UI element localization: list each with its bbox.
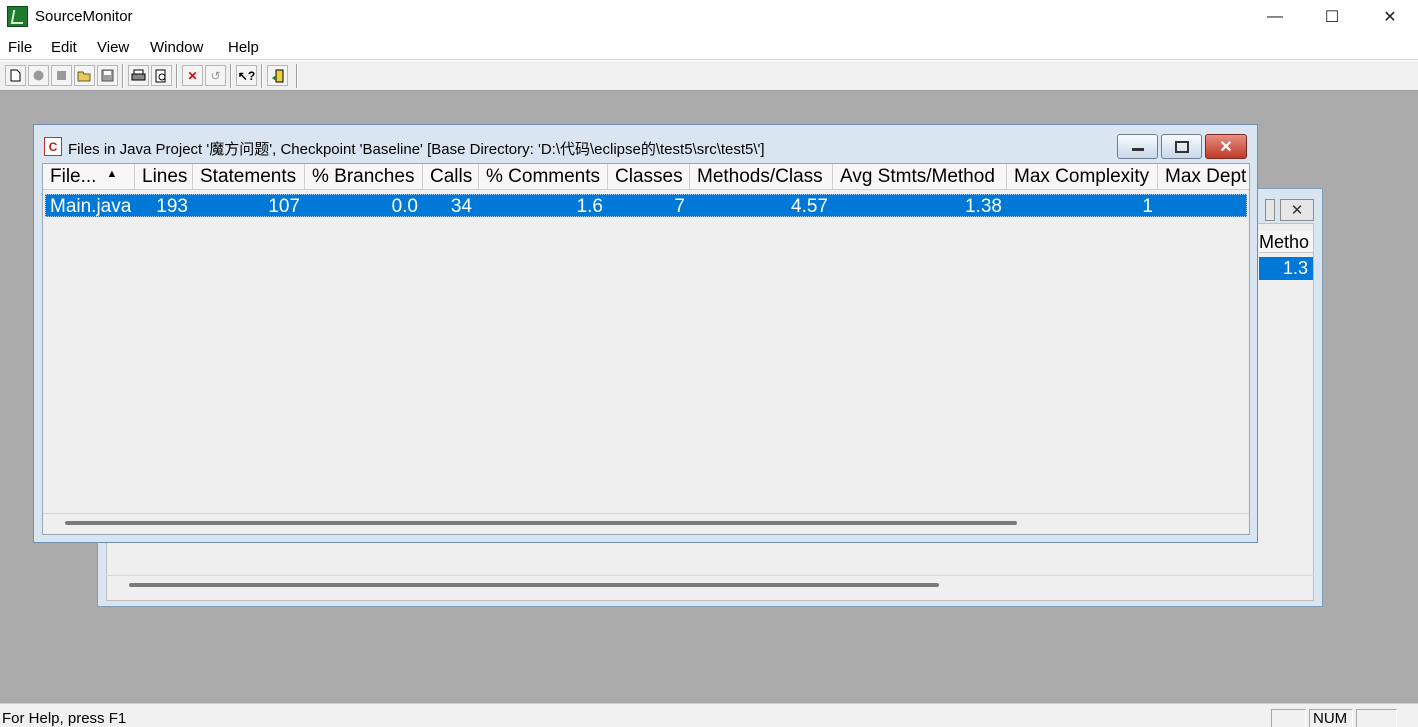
horizontal-scrollbar[interactable] (65, 521, 1017, 525)
tool-gray-icon[interactable] (28, 65, 49, 86)
open-folder-icon[interactable] (74, 65, 95, 86)
files-list-view: File... ▲ Lines Statements % Branches Cal… (42, 163, 1250, 535)
exit-icon[interactable] (267, 65, 288, 86)
back-horizontal-scrollbar[interactable] (129, 583, 939, 587)
maximize-button[interactable]: ☐ (1303, 0, 1361, 34)
cell-max-depth (1161, 195, 1246, 196)
back-column-header[interactable]: Metho (1259, 231, 1313, 253)
print-icon[interactable] (128, 65, 149, 86)
help-pointer-icon[interactable]: ↖? (236, 65, 257, 86)
status-panel-num: NUM (1309, 709, 1353, 727)
save-icon[interactable] (97, 65, 118, 86)
cell-classes: 7 (674, 196, 685, 217)
app-icon (7, 6, 28, 27)
back-window-close-button[interactable]: ✕ (1280, 199, 1314, 221)
cell-file: Main.java (50, 196, 132, 217)
column-header-classes[interactable]: Classes (608, 164, 690, 190)
cell-statements: 107 (268, 196, 300, 217)
files-window-restore-button[interactable] (1161, 134, 1202, 159)
column-header-calls[interactable]: Calls (423, 164, 479, 190)
menu-window[interactable]: Window (150, 39, 203, 56)
column-header-label: File... (50, 166, 97, 187)
cell-methods-per-class: 4.57 (791, 196, 828, 217)
list-divider (43, 513, 1249, 514)
status-text: For Help, press F1 (2, 710, 127, 727)
document-icon: C (44, 137, 62, 156)
column-header-methods-per-class[interactable]: Methods/Class (690, 164, 833, 190)
column-header-statements[interactable]: Statements (193, 164, 305, 190)
tool-gray-2-icon[interactable] (51, 65, 72, 86)
column-header-max-depth[interactable]: Max Dept (1158, 164, 1249, 190)
title-bar: SourceMonitor — ☐ ✕ (0, 0, 1418, 34)
back-divider (106, 575, 1314, 576)
status-panel-caps (1271, 709, 1306, 727)
undo-icon[interactable]: ↺ (205, 65, 226, 86)
cell-comments: 1.6 (576, 196, 603, 217)
menu-help[interactable]: Help (228, 39, 259, 56)
status-bar: For Help, press F1 NUM (0, 703, 1418, 727)
back-selected-row[interactable]: 1.3 (1259, 257, 1313, 280)
table-row[interactable]: Main.java 193 107 0.0 34 1.6 7 4.57 1.38… (45, 194, 1247, 217)
column-header-lines[interactable]: Lines (135, 164, 193, 190)
status-panel-scrl (1356, 709, 1397, 727)
back-window-restore-button[interactable] (1265, 199, 1275, 221)
list-header: File... ▲ Lines Statements % Branches Cal… (43, 164, 1249, 190)
new-file-icon[interactable] (5, 65, 26, 86)
cell-branches: 0.0 (391, 196, 418, 217)
column-header-max-complexity[interactable]: Max Complexity (1007, 164, 1158, 190)
files-window-title: Files in Java Project '魔方问题', Checkpoint… (68, 141, 765, 158)
cell-avg-stmts-per-method: 1.38 (965, 196, 1002, 217)
close-button[interactable]: ✕ (1361, 0, 1418, 34)
files-window-close-button[interactable]: ✕ (1205, 134, 1247, 159)
app-title: SourceMonitor (35, 8, 133, 25)
column-header-branches[interactable]: % Branches (305, 164, 423, 190)
cell-calls: 34 (450, 196, 472, 217)
column-header-avg-stmts-per-method[interactable]: Avg Stmts/Method (833, 164, 1007, 190)
menu-view[interactable]: View (97, 39, 129, 56)
cell-lines: 193 (156, 196, 188, 217)
files-window-minimize-button[interactable] (1117, 134, 1158, 159)
column-header-comments[interactable]: % Comments (479, 164, 608, 190)
delete-icon[interactable]: ✕ (182, 65, 203, 86)
cell-max-complexity: 1 (1142, 196, 1153, 217)
menu-bar: File Edit View Window Help (0, 34, 1418, 60)
column-header-file[interactable]: File... ▲ (43, 164, 135, 190)
sort-ascending-icon: ▲ (106, 167, 118, 180)
menu-file[interactable]: File (8, 39, 32, 56)
files-window: C Files in Java Project '魔方问题', Checkpoi… (33, 124, 1258, 543)
minimize-button[interactable]: — (1246, 0, 1304, 34)
menu-edit[interactable]: Edit (51, 39, 77, 56)
print-preview-icon[interactable] (151, 65, 172, 86)
toolbar: ✕ ↺ ↖? (0, 61, 1418, 91)
